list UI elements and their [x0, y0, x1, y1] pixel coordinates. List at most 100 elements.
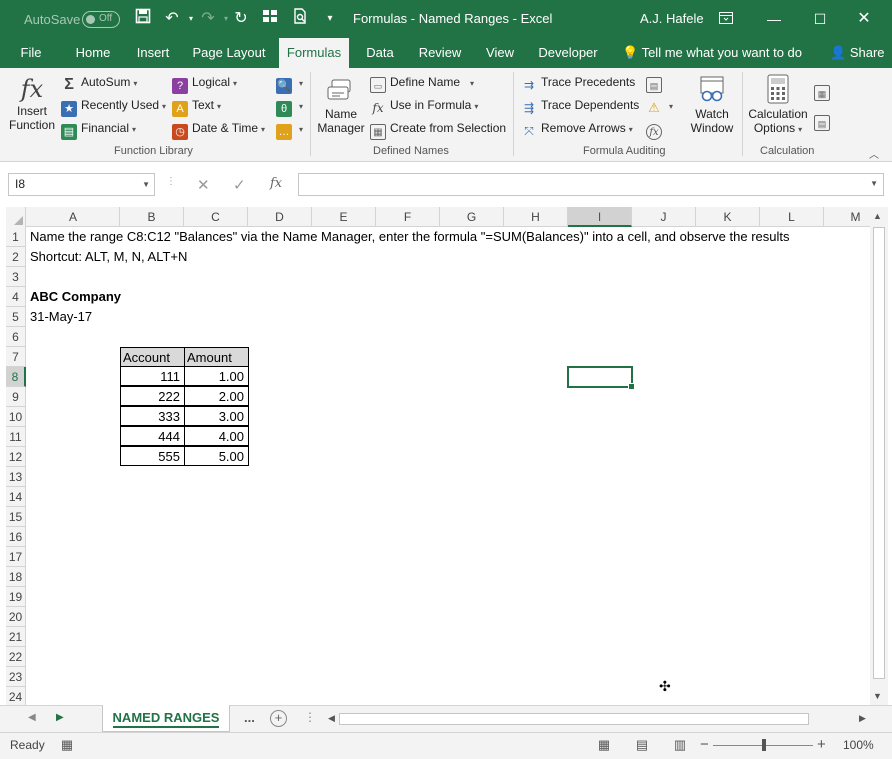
user-name[interactable]: A.J. Hafele	[640, 11, 704, 26]
tab-split-handle-icon[interactable]: ⋮	[304, 710, 316, 724]
column-header[interactable]: G	[440, 207, 504, 227]
refresh-icon[interactable]: ↻	[231, 8, 251, 30]
tab-data[interactable]: Data	[358, 38, 402, 68]
redo-icon[interactable]: ↷	[198, 8, 218, 30]
row-header-selected[interactable]: 8	[6, 367, 26, 387]
scroll-right-icon[interactable]: ▶	[859, 713, 866, 724]
column-header[interactable]: M	[824, 207, 870, 227]
vertical-scroll-thumb[interactable]	[873, 227, 885, 679]
table-cell-account[interactable]: 222	[120, 386, 185, 406]
maximize-icon[interactable]: ☐	[806, 5, 834, 33]
financial-button[interactable]: ▤ Financial ▾	[61, 118, 136, 140]
calculate-sheet-button[interactable]: ▤	[814, 110, 834, 131]
table-header-account[interactable]: Account	[120, 347, 185, 367]
share-button[interactable]: 👤 Share	[830, 45, 885, 61]
tab-formulas[interactable]: Formulas	[279, 38, 349, 68]
row-header[interactable]: 5	[6, 307, 26, 327]
horizontal-scrollbar[interactable]: ◀ ▶	[325, 711, 870, 727]
table-cell-account[interactable]: 333	[120, 406, 185, 426]
insert-function-small-icon[interactable]: fx	[270, 176, 282, 191]
row-header[interactable]: 12	[6, 447, 26, 467]
table-cell-amount[interactable]: 2.00	[184, 386, 249, 406]
autosave-toggle[interactable]: Off	[82, 11, 120, 28]
table-cell-amount[interactable]: 3.00	[184, 406, 249, 426]
text-button[interactable]: A Text ▾	[172, 95, 221, 117]
column-header[interactable]: F	[376, 207, 440, 227]
row-header[interactable]: 16	[6, 527, 26, 547]
active-cell-selection[interactable]	[567, 366, 635, 390]
recently-used-button[interactable]: ★ Recently Used ▾	[61, 95, 166, 117]
customize-qat-icon[interactable]: ▾	[320, 8, 340, 30]
table-header-amount[interactable]: Amount	[184, 347, 249, 367]
tell-me-search[interactable]: 💡 Tell me what you want to do	[622, 45, 802, 61]
name-manager-button[interactable]: Name Manager	[314, 78, 368, 135]
row-header[interactable]: 11	[6, 427, 26, 447]
column-header[interactable]: E	[312, 207, 376, 227]
zoom-slider-knob[interactable]	[762, 739, 766, 751]
name-box-dropdown-icon[interactable]: ▼	[142, 174, 150, 195]
row-header[interactable]: 2	[6, 247, 26, 267]
table-cell-account[interactable]: 111	[120, 366, 185, 386]
tab-page-layout[interactable]: Page Layout	[188, 38, 270, 68]
column-header[interactable]: B	[120, 207, 184, 227]
column-header[interactable]: K	[696, 207, 760, 227]
page-break-view-icon[interactable]: ▥	[672, 737, 688, 753]
tab-file[interactable]: File	[10, 38, 52, 68]
collapse-ribbon-icon[interactable]: ︿	[869, 146, 879, 161]
minimize-icon[interactable]: —	[760, 5, 788, 33]
date-time-button[interactable]: ◷ Date & Time ▾	[172, 118, 265, 140]
column-header[interactable]: J	[632, 207, 696, 227]
scroll-left-icon[interactable]: ◀	[328, 713, 335, 724]
row-header[interactable]: 15	[6, 507, 26, 527]
calculation-options-button[interactable]: Calculation Options ▾	[746, 74, 810, 135]
row-header[interactable]: 7	[6, 347, 26, 367]
cancel-entry-icon[interactable]: ✕	[197, 176, 210, 194]
trace-dependents-button[interactable]: ⇶ Trace Dependents	[521, 95, 639, 115]
table-cell-amount[interactable]: 4.00	[184, 426, 249, 446]
ribbon-display-options-icon[interactable]	[712, 5, 740, 33]
scroll-down-icon[interactable]: ▼	[873, 691, 882, 701]
show-formulas-button[interactable]: ▤	[646, 72, 666, 93]
row-header[interactable]: 17	[6, 547, 26, 567]
error-checking-button[interactable]: ⚠ ▾	[646, 95, 673, 115]
name-box[interactable]: I8 ▼	[8, 173, 155, 196]
column-header[interactable]: H	[504, 207, 568, 227]
define-name-button[interactable]: ▭ Define Name ▾	[370, 72, 474, 93]
cell-a1-instructions[interactable]: Name the range C8:C12 "Balances" via the…	[27, 227, 789, 247]
tab-view[interactable]: View	[478, 38, 522, 68]
cell-a2-shortcut[interactable]: Shortcut: ALT, M, N, ALT+N	[27, 247, 187, 267]
worksheet-grid[interactable]: A B C D E F G H I J K L M 1 2 3 4 5 6 7 …	[6, 207, 870, 705]
page-layout-view-icon[interactable]: ▤	[634, 737, 650, 753]
macro-record-icon[interactable]: ▦	[59, 737, 75, 753]
column-header[interactable]: A	[27, 207, 120, 227]
row-header[interactable]: 10	[6, 407, 26, 427]
horizontal-scroll-thumb[interactable]	[339, 713, 809, 725]
expand-formula-bar-icon[interactable]: ▼	[870, 179, 878, 188]
autosum-button[interactable]: Σ AutoSum ▾	[61, 72, 137, 93]
row-header[interactable]: 20	[6, 607, 26, 627]
zoom-out-icon[interactable]: −	[700, 736, 709, 753]
table-cell-account[interactable]: 444	[120, 426, 185, 446]
row-header[interactable]: 1	[6, 227, 26, 247]
watch-window-button[interactable]: Watch Window	[686, 76, 738, 135]
next-sheet-icon[interactable]: ▶	[56, 712, 64, 723]
tab-insert[interactable]: Insert	[128, 38, 178, 68]
row-header[interactable]: 14	[6, 487, 26, 507]
zoom-level[interactable]: 100%	[843, 738, 874, 752]
more-functions-button[interactable]: … ▾	[276, 118, 303, 140]
close-icon[interactable]: ✕	[850, 5, 878, 33]
use-in-formula-button[interactable]: fx Use in Formula ▾	[370, 95, 478, 115]
cell-a5-date[interactable]: 31-May-17	[27, 307, 92, 327]
select-all-button[interactable]	[6, 207, 26, 227]
math-trig-button[interactable]: θ ▾	[276, 95, 303, 117]
evaluate-formula-button[interactable]: fx	[646, 118, 666, 140]
row-header[interactable]: 19	[6, 587, 26, 607]
zoom-in-icon[interactable]: +	[817, 736, 826, 753]
row-header[interactable]: 13	[6, 467, 26, 487]
row-header[interactable]: 22	[6, 647, 26, 667]
row-header[interactable]: 21	[6, 627, 26, 647]
column-header-selected[interactable]: I	[568, 207, 632, 227]
sheet-tab-named-ranges[interactable]: NAMED RANGES	[102, 705, 230, 732]
row-header[interactable]: 24	[6, 687, 26, 705]
remove-arrows-button[interactable]: ⤧ Remove Arrows ▾	[521, 118, 633, 138]
